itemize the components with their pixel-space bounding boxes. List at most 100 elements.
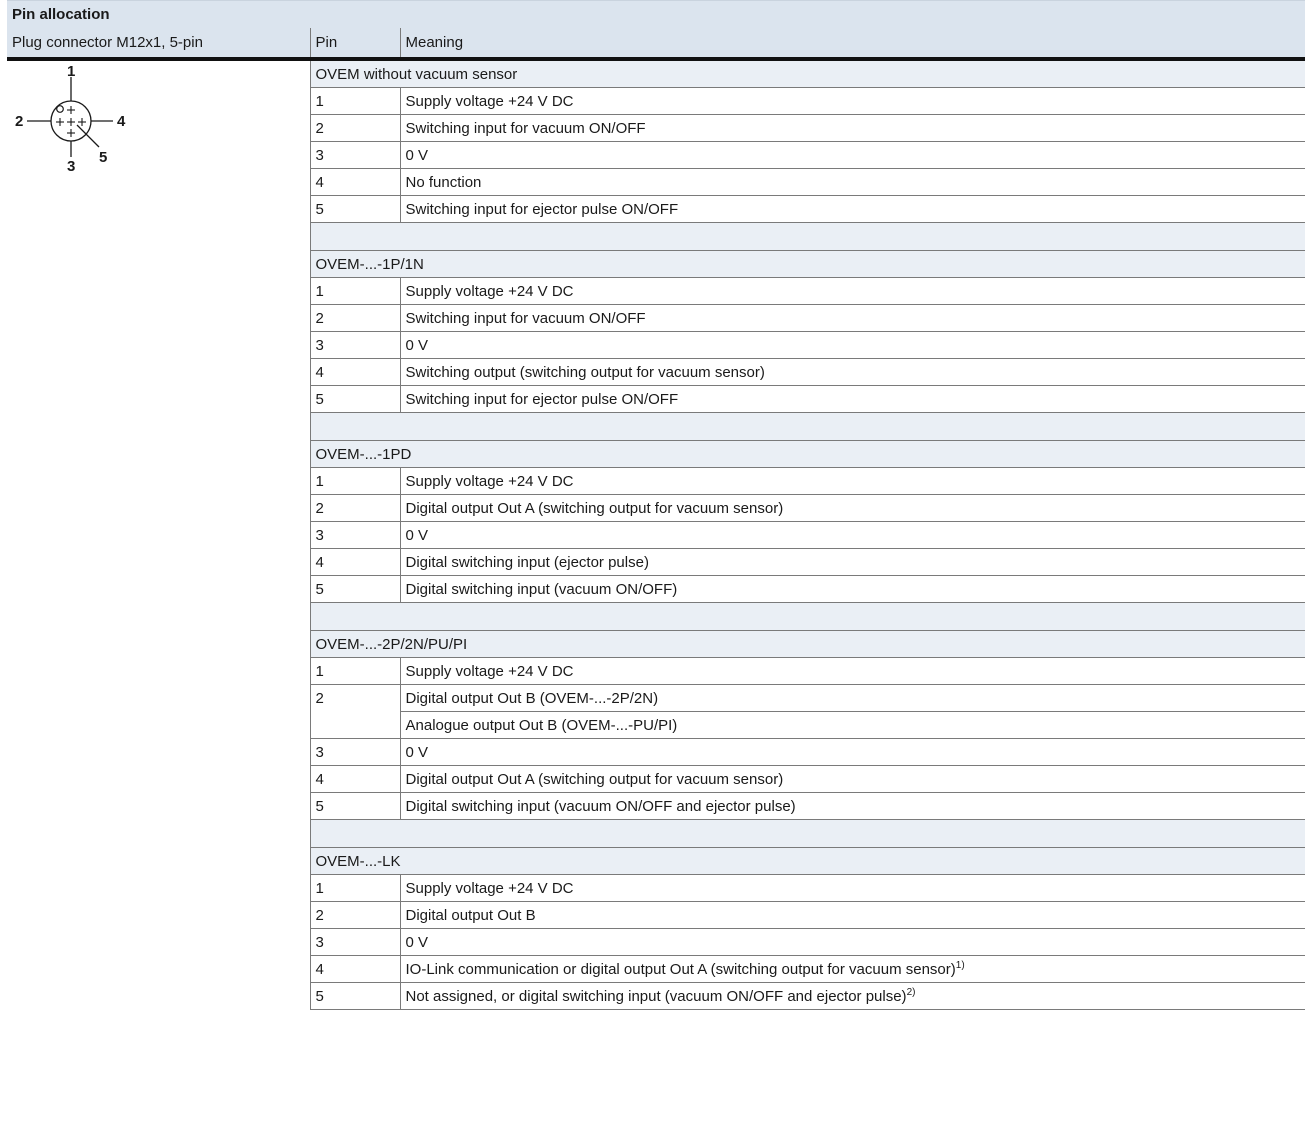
meaning-text: Digital output Out A (switching output f… [405, 499, 784, 517]
meaning-text: 0 V [405, 933, 429, 951]
pin-number: 2 [310, 901, 401, 929]
meaning-text: Switching output (switching output for v… [405, 363, 765, 381]
pin-meaning: Supply voltage +24 V DC [400, 657, 1305, 685]
pin-meaning: Digital output Out A (switching output f… [400, 494, 1305, 522]
pin-meaning: Switching output (switching output for v… [400, 358, 1305, 386]
pin-number: 1 [310, 657, 401, 685]
pin-number: 5 [310, 195, 401, 223]
pin-number: 3 [310, 331, 401, 359]
pin-number: 4 [310, 765, 401, 793]
pin-meaning: Supply voltage +24 V DC [400, 277, 1305, 305]
meaning-text: Switching input for vacuum ON/OFF [405, 119, 646, 137]
meaning-text: IO-Link communication or digital output … [405, 960, 956, 978]
pin-allocation-table: Plug connector M12x1, 5-pin Pin Meaning [7, 28, 1305, 1010]
pin-meaning: 0 V [400, 141, 1305, 169]
pin-number: 3 [310, 738, 401, 766]
pin-number: 2 [310, 114, 401, 142]
meaning-text: 0 V [405, 743, 429, 761]
pin-label-1: 1 [67, 65, 75, 80]
pin-number: 5 [310, 575, 401, 603]
pin-number: 1 [310, 87, 401, 115]
pin-label-2: 2 [15, 113, 23, 130]
pin-number: 1 [310, 467, 401, 495]
pin-number: 2 [310, 304, 401, 332]
meaning-text: 0 V [405, 526, 429, 544]
pin-meaning: Switching input for vacuum ON/OFF [400, 304, 1305, 332]
pin-number: 4 [310, 168, 401, 196]
pin-meaning: 0 V [400, 928, 1305, 956]
header-meaning: Meaning [399, 28, 1305, 61]
pin-label-3: 3 [67, 158, 75, 171]
page-title: Pin allocation [7, 0, 1305, 28]
meaning-text: Digital output Out A (switching output f… [405, 770, 784, 788]
meaning-text: No function [405, 173, 482, 191]
connector-cell: 1 2 3 4 5 [7, 59, 311, 1010]
pin-meaning: IO-Link communication or digital output … [400, 955, 1305, 983]
pin-meaning: Digital output Out B (OVEM-...-2P/2N) [400, 684, 1305, 712]
header-connector: Plug connector M12x1, 5-pin [7, 28, 310, 61]
meaning-text: Switching input for vacuum ON/OFF [405, 309, 646, 327]
pin-meaning: Not assigned, or digital switching input… [400, 982, 1305, 1010]
group-separator [310, 222, 1305, 251]
footnote-ref: 1) [955, 959, 965, 971]
group-separator [310, 412, 1305, 441]
footnote-ref: 2) [906, 986, 916, 998]
pin-number: 2 [310, 684, 401, 712]
pin-meaning: Digital switching input (vacuum ON/OFF a… [400, 792, 1305, 820]
table-header-row: Plug connector M12x1, 5-pin Pin Meaning [7, 28, 1305, 61]
pin-meaning: 0 V [400, 521, 1305, 549]
pin-meaning: Switching input for ejector pulse ON/OFF [400, 195, 1305, 223]
pin-label-5: 5 [99, 149, 107, 166]
meaning-text: Switching input for ejector pulse ON/OFF [405, 200, 679, 218]
pin-meaning: No function [400, 168, 1305, 196]
meaning-text: Not assigned, or digital switching input… [405, 987, 907, 1005]
meaning-text: Digital switching input (vacuum ON/OFF) [405, 580, 678, 598]
pin-number: 4 [310, 955, 401, 983]
pin-number: 3 [310, 141, 401, 169]
group-title: OVEM-...-LK [310, 847, 1305, 875]
pin-meaning: Switching input for ejector pulse ON/OFF [400, 385, 1305, 413]
pin-number [310, 711, 401, 739]
pin-meaning: 0 V [400, 331, 1305, 359]
meaning-text: Supply voltage +24 V DC [405, 879, 574, 897]
pin-number: 3 [310, 521, 401, 549]
group-title: OVEM-...-1PD [310, 440, 1305, 468]
pin-number: 4 [310, 548, 401, 576]
pin-number: 1 [310, 874, 401, 902]
pin-allocation-page: Pin allocation Plug connector M12x1, 5-p… [7, 0, 1305, 1010]
meaning-text: Digital output Out B (OVEM-...-2P/2N) [405, 689, 659, 707]
meaning-text: Digital switching input (vacuum ON/OFF a… [405, 797, 796, 815]
meaning-text: Digital switching input (ejector pulse) [405, 553, 649, 571]
pin-number: 3 [310, 928, 401, 956]
pin-meaning: Digital output Out A (switching output f… [400, 765, 1305, 793]
group-row: 1 2 3 4 5 OVEM without vacuum sensor [7, 59, 1305, 1010]
meaning-text: Digital output Out B [405, 906, 536, 924]
pin-number: 5 [310, 792, 401, 820]
meaning-text: Supply voltage +24 V DC [405, 92, 574, 110]
pin-number: 5 [310, 385, 401, 413]
group-separator [310, 602, 1305, 631]
group-title: OVEM-...-2P/2N/PU/PI [310, 630, 1305, 658]
pin-number: 5 [310, 982, 401, 1010]
group-separator [310, 819, 1305, 848]
meaning-text: Supply voltage +24 V DC [405, 662, 574, 680]
pin-meaning: Supply voltage +24 V DC [400, 467, 1305, 495]
table-body: Plug connector M12x1, 5-pin Pin Meaning [7, 28, 1305, 1010]
pin-meaning: Digital switching input (ejector pulse) [400, 548, 1305, 576]
header-pin: Pin [309, 28, 400, 61]
pin-meaning: Digital output Out B [400, 901, 1305, 929]
pin-label-4: 4 [117, 113, 126, 130]
pin-meaning: Digital switching input (vacuum ON/OFF) [400, 575, 1305, 603]
group-title: OVEM without vacuum sensor [310, 59, 1305, 88]
meaning-text: Switching input for ejector pulse ON/OFF [405, 390, 679, 408]
pin-meaning: Switching input for vacuum ON/OFF [400, 114, 1305, 142]
m12-connector-diagram: 1 2 3 4 5 [15, 65, 126, 171]
pin-meaning: 0 V [400, 738, 1305, 766]
pin-number: 2 [310, 494, 401, 522]
meaning-text: Supply voltage +24 V DC [405, 282, 574, 300]
meaning-text: Analogue output Out B (OVEM-...-PU/PI) [405, 716, 678, 734]
group-title: OVEM-...-1P/1N [310, 250, 1305, 278]
pin-meaning: Supply voltage +24 V DC [400, 87, 1305, 115]
pin-number: 4 [310, 358, 401, 386]
pin-meaning: Supply voltage +24 V DC [400, 874, 1305, 902]
